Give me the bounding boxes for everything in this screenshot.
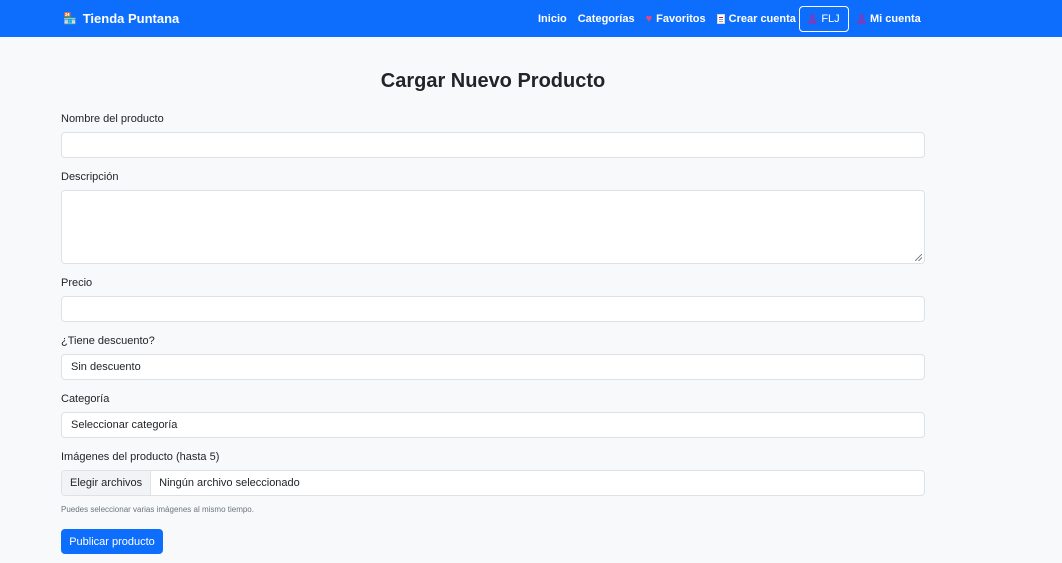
navbar: 🏪 Tienda Puntana Inicio Categorías ♥ Fav… [0, 0, 1062, 37]
name-label: Nombre del producto [61, 113, 164, 125]
user-icon [808, 14, 818, 24]
store-icon: 🏪 [63, 13, 77, 25]
brand-link[interactable]: 🏪 Tienda Puntana [63, 0, 179, 37]
name-input[interactable] [61, 132, 925, 158]
file-status: Ningún archivo seleccionado [159, 477, 300, 489]
description-label: Descripción [61, 171, 119, 183]
discount-label: ¿Tiene descuento? [61, 335, 155, 347]
nav-links: Inicio Categorías ♥ Favoritos Crear cuen… [538, 0, 796, 37]
nav-link-create-account-label: Crear cuenta [728, 12, 796, 25]
user-button[interactable]: FLJ [799, 6, 849, 32]
nav-link-create-account[interactable]: Crear cuenta [716, 12, 796, 25]
publish-product-button[interactable]: Publicar producto [61, 529, 163, 554]
images-file-input[interactable]: Elegir archivos Ningún archivo seleccion… [61, 470, 925, 496]
discount-select[interactable]: Sin descuento [61, 354, 925, 380]
images-help-text: Puedes seleccionar varias imágenes al mi… [61, 505, 254, 514]
heart-icon: ♥ [645, 12, 653, 25]
price-label: Precio [61, 277, 93, 289]
nav-link-categories[interactable]: Categorías [578, 13, 635, 25]
description-textarea[interactable] [61, 190, 925, 264]
nav-link-my-account[interactable]: Mi cuenta [857, 0, 921, 37]
nav-link-my-account-label: Mi cuenta [870, 12, 921, 25]
nav-link-favorites-label: Favoritos [656, 12, 706, 25]
price-input[interactable] [61, 296, 925, 322]
memo-icon [716, 13, 725, 24]
brand-name: Tienda Puntana [82, 11, 180, 26]
category-label: Categoría [61, 393, 110, 405]
choose-files-button[interactable]: Elegir archivos [62, 471, 152, 495]
nav-link-favorites[interactable]: ♥ Favoritos [646, 13, 706, 25]
user-icon [857, 13, 866, 24]
images-label: Imágenes del producto (hasta 5) [61, 451, 220, 463]
page-title: Cargar Nuevo Producto [380, 70, 606, 92]
resize-grip-icon[interactable] [915, 254, 922, 261]
nav-link-home[interactable]: Inicio [538, 13, 567, 25]
category-select[interactable]: Seleccionar categoría [61, 412, 925, 438]
user-initials: FLJ [821, 13, 840, 25]
